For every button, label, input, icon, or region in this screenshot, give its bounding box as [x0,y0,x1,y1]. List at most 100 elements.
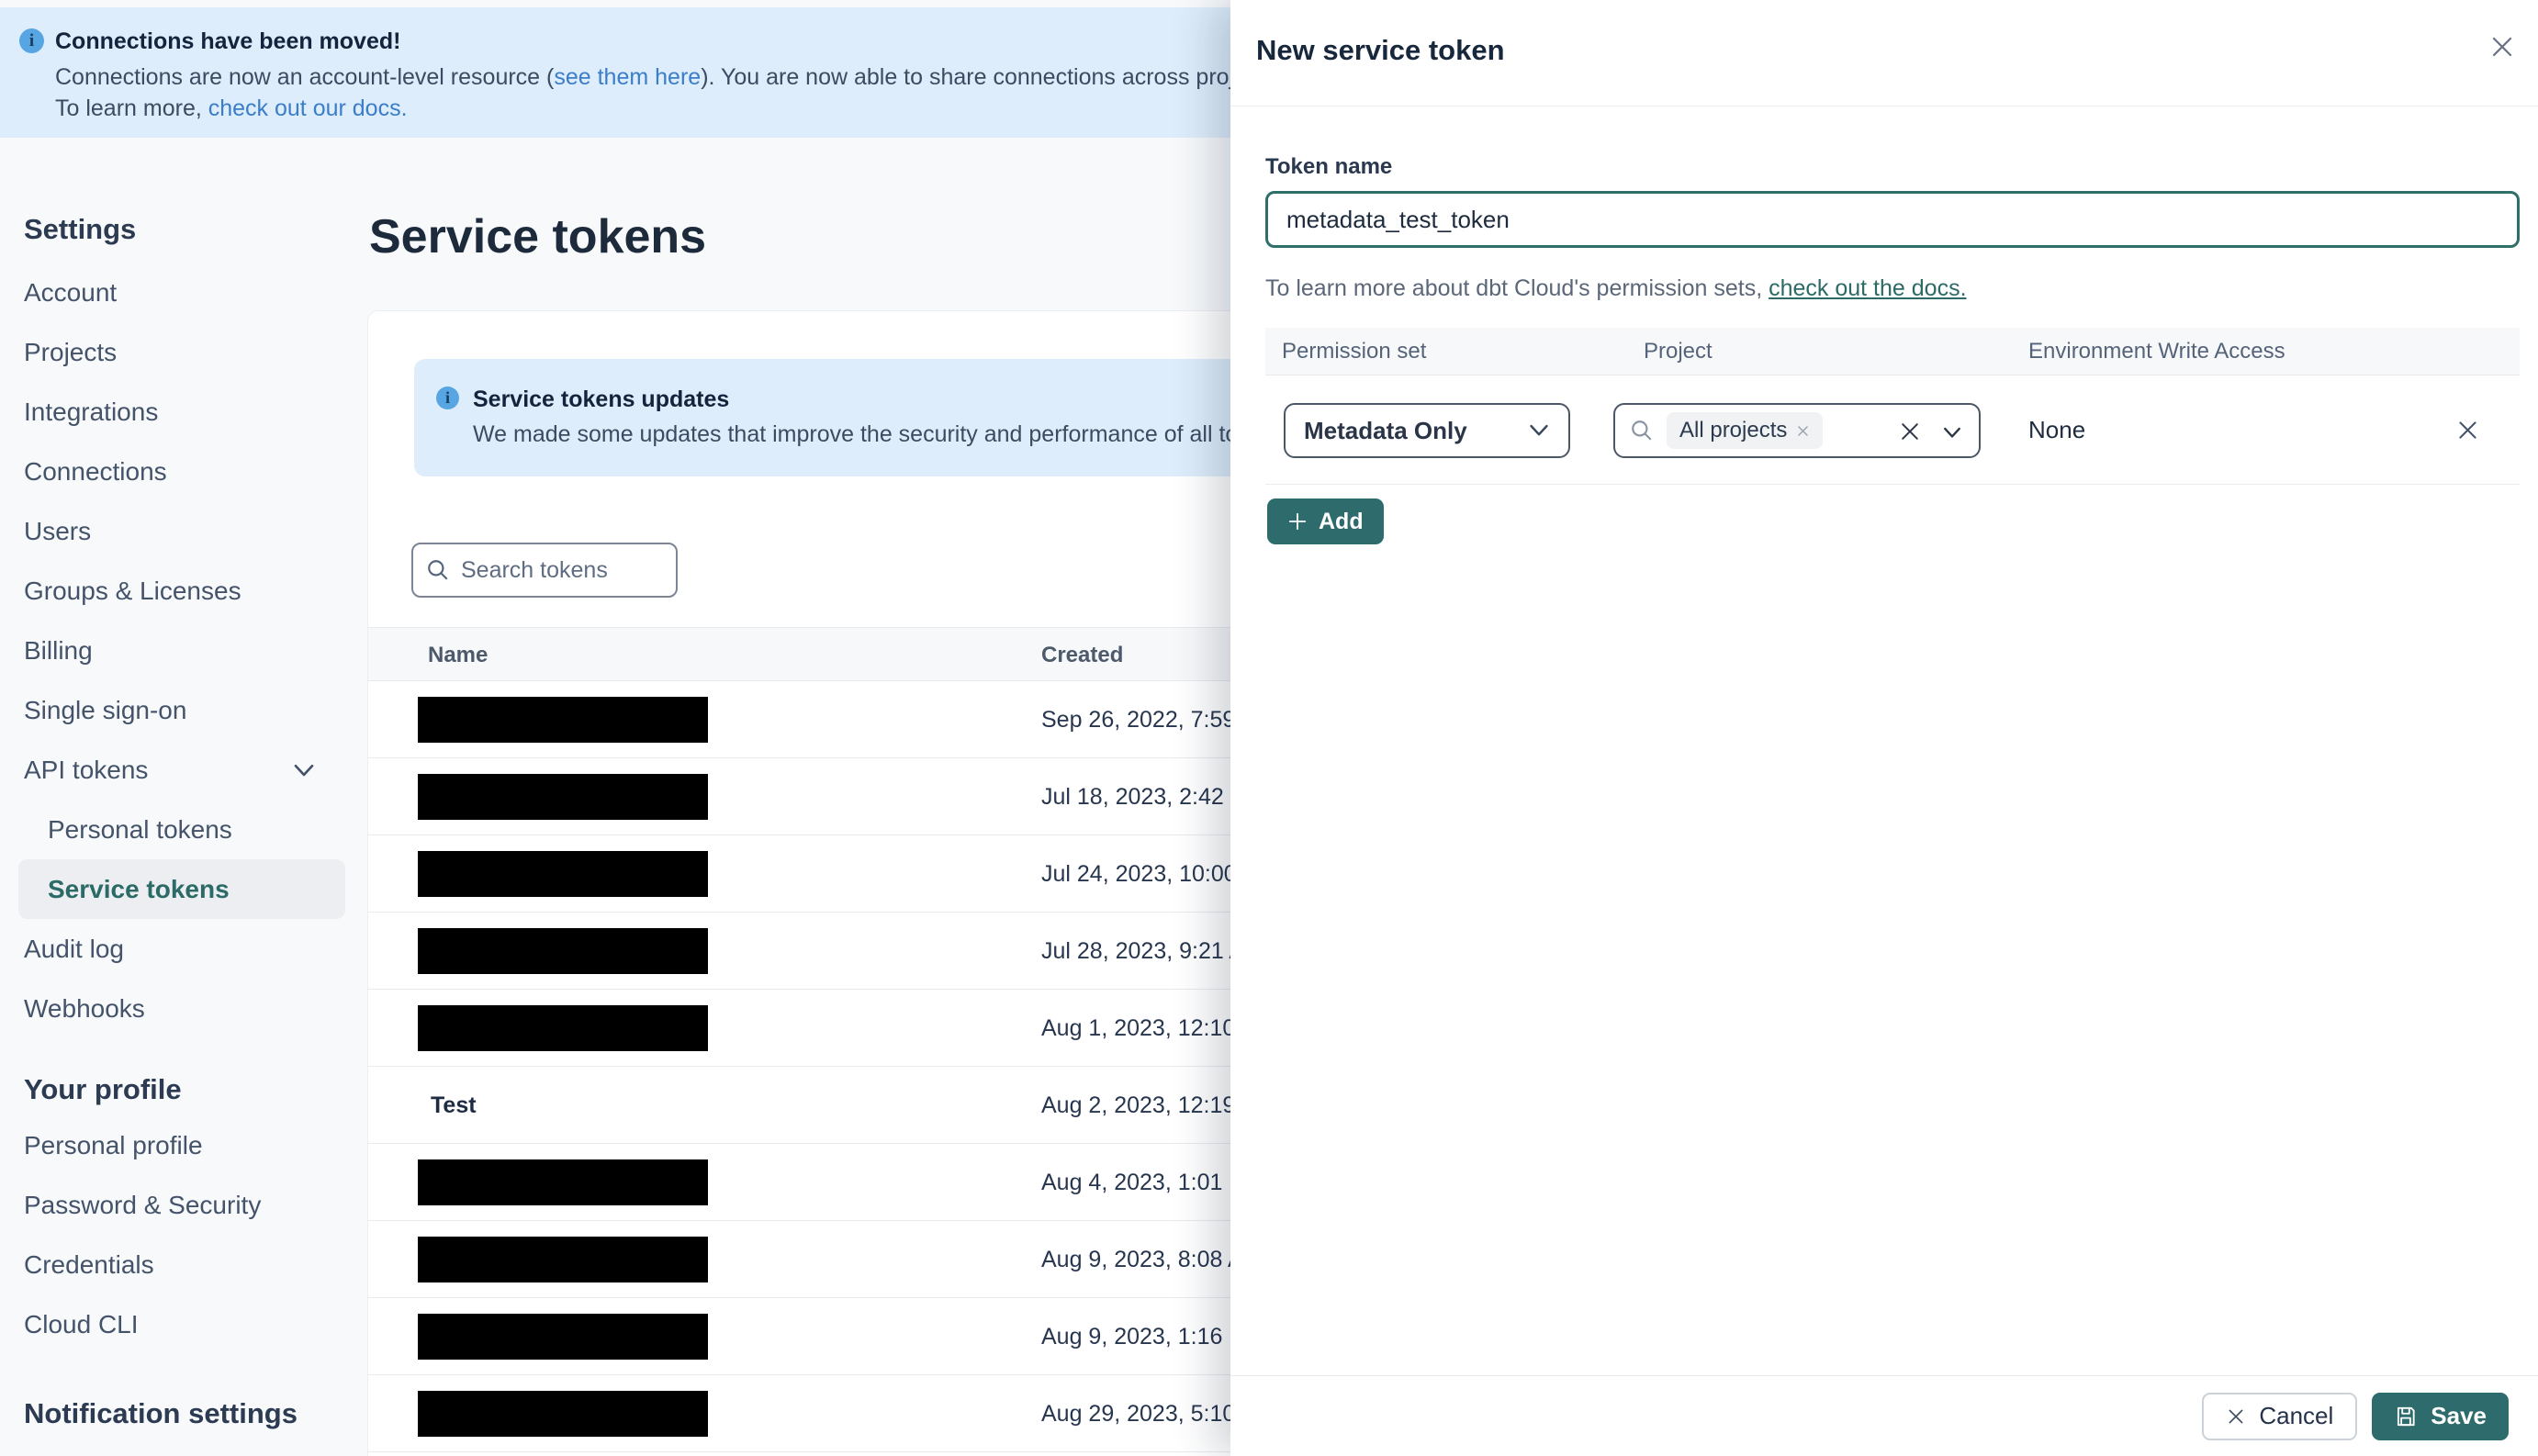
sidebar-item-credentials[interactable]: Credentials [0,1235,367,1294]
token-name-label: Token name [1265,154,1393,179]
column-header-created: Created [1041,643,1124,667]
permission-row: Metadata Only All projects None [1265,375,2520,485]
banner-body-line2: To learn more, check out our docs. [55,95,408,122]
search-input[interactable] [461,556,663,584]
sidebar-item-billing[interactable]: Billing [0,621,367,680]
check-our-docs-link[interactable]: check out our docs. [208,95,408,121]
permission-docs-line: To learn more about dbt Cloud's permissi… [1265,275,2520,302]
sidebar-item-label: Groups & Licenses [24,577,241,605]
info-icon: i [436,386,459,409]
sidebar-item-label: Integrations [24,398,159,426]
drawer-footer: Cancel Save [1230,1375,2538,1456]
sidebar-item-password-security[interactable]: Password & Security [0,1175,367,1235]
sidebar-item-projects[interactable]: Projects [0,322,367,382]
save-button-label: Save [2431,1402,2487,1429]
sidebar-item-label: Credentials [24,1250,154,1279]
permission-set-select[interactable]: Metadata Only [1284,403,1570,458]
sidebar-item-personal-profile[interactable]: Personal profile [0,1115,367,1175]
sidebar-heading-notification-settings: Notification settings [24,1397,298,1429]
sidebar-item-label: Connections [24,457,167,486]
column-header-environment-write-access: Environment Write Access [2028,339,2285,364]
save-button[interactable]: Save [2372,1392,2509,1440]
sidebar-item-audit-log[interactable]: Audit log [0,919,367,979]
banner-text: Connections are now an account-level res… [55,64,555,90]
check-out-the-docs-link[interactable]: check out the docs. [1769,275,1966,301]
permission-set-value: Metadata Only [1304,416,1467,444]
sidebar-heading-settings: Settings [24,213,137,245]
sidebar-item-label: Projects [24,338,118,366]
sidebar-item-label: Audit log [24,935,124,963]
sidebar-item-api-tokens[interactable]: API tokens [0,740,367,800]
remove-row-icon[interactable] [2455,418,2480,445]
column-header-project: Project [1644,339,1713,364]
sidebar-item-cloud-cli[interactable]: Cloud CLI [0,1294,367,1354]
chevron-down-icon[interactable] [1942,427,1962,439]
environment-write-access-value: None [2028,416,2086,443]
redacted-token-name [418,774,708,820]
settings-sidebar: Settings Account Projects Integrations Conne… [0,138,367,1456]
page-title: Service tokens [369,210,707,263]
chevron-down-icon [1530,424,1548,436]
sidebar-group: Personal profile Password & Security Crede… [0,1115,367,1354]
sidebar-item-personal-tokens[interactable]: Personal tokens [0,800,367,859]
remove-chip-icon[interactable] [1796,424,1810,438]
chevron-down-icon [294,764,314,777]
sidebar-item-single-sign-on[interactable]: Single sign-on [0,680,367,740]
chip-label: All projects [1679,418,1788,442]
redacted-token-name [418,851,708,897]
sidebar-item-label: Personal profile [24,1131,203,1159]
sidebar-item-connections[interactable]: Connections [0,442,367,501]
add-permission-button[interactable]: Add [1267,498,1384,544]
sidebar-item-groups-licenses[interactable]: Groups & Licenses [0,561,367,621]
sidebar-nav: Settings Account Projects Integrations Conne… [0,209,367,1434]
sidebar-item-service-tokens[interactable]: Service tokens [18,859,345,919]
sidebar-item-users[interactable]: Users [0,501,367,561]
sidebar-item-label: Single sign-on [24,696,187,724]
drawer-body: Token name To learn more about dbt Cloud… [1230,154,2538,544]
sidebar-item-label: API tokens [24,756,149,784]
info-icon: i [19,28,44,53]
app-canvas: i Connections have been moved! Connectio… [0,0,2538,1456]
redacted-token-name [418,697,708,743]
add-button-label: Add [1319,508,1364,534]
search-icon [428,560,448,580]
save-icon [2398,1406,2415,1426]
column-header-name: Name [428,643,489,667]
plus-icon [1288,512,1307,531]
sidebar-item-label: Password & Security [24,1191,262,1219]
column-header-permission-set: Permission set [1282,339,1427,364]
search-icon [1632,420,1652,441]
sidebar-heading-your-profile: Your profile [24,1073,182,1105]
redacted-token-name [418,1237,708,1282]
sidebar-item-label: Cloud CLI [24,1310,139,1338]
docs-text: To learn more about dbt Cloud's permissi… [1265,275,1769,301]
token-name-input[interactable] [1265,191,2520,248]
drawer-title: New service token [1256,34,1505,66]
search-tokens-box[interactable] [411,543,678,598]
cancel-button[interactable]: Cancel [2202,1392,2358,1440]
cancel-button-label: Cancel [2259,1402,2334,1429]
sidebar-item-label: Personal tokens [48,815,232,844]
see-them-here-link[interactable]: see them here [554,64,701,90]
redacted-token-name [418,928,708,974]
new-service-token-drawer: New service token Token name To learn mo… [1230,0,2538,1456]
all-projects-chip[interactable]: All projects [1667,412,1824,449]
sidebar-item-label: Service tokens [48,875,230,903]
project-multiselect[interactable]: All projects [1613,403,1981,458]
sidebar-item-label: Webhooks [24,994,145,1023]
clear-projects-icon[interactable] [1898,420,1922,446]
redacted-token-name [418,1005,708,1051]
sidebar-item-label: Account [24,278,118,307]
sidebar-item-webhooks[interactable]: Webhooks [0,979,367,1038]
redacted-token-name [418,1391,708,1437]
sidebar-group: Account Projects Integrations Connections Us… [0,263,367,1038]
close-icon[interactable] [2488,33,2516,63]
sidebar-item-account[interactable]: Account [0,263,367,322]
drawer-header: New service token [1230,0,2538,106]
permissions-table-header: Permission set Project Environment Write… [1265,328,2520,375]
sidebar-item-label: Users [24,517,92,545]
token-name: Test [431,1092,477,1118]
alert-title: Service tokens updates [473,386,730,412]
redacted-token-name [418,1314,708,1360]
sidebar-item-integrations[interactable]: Integrations [0,382,367,442]
